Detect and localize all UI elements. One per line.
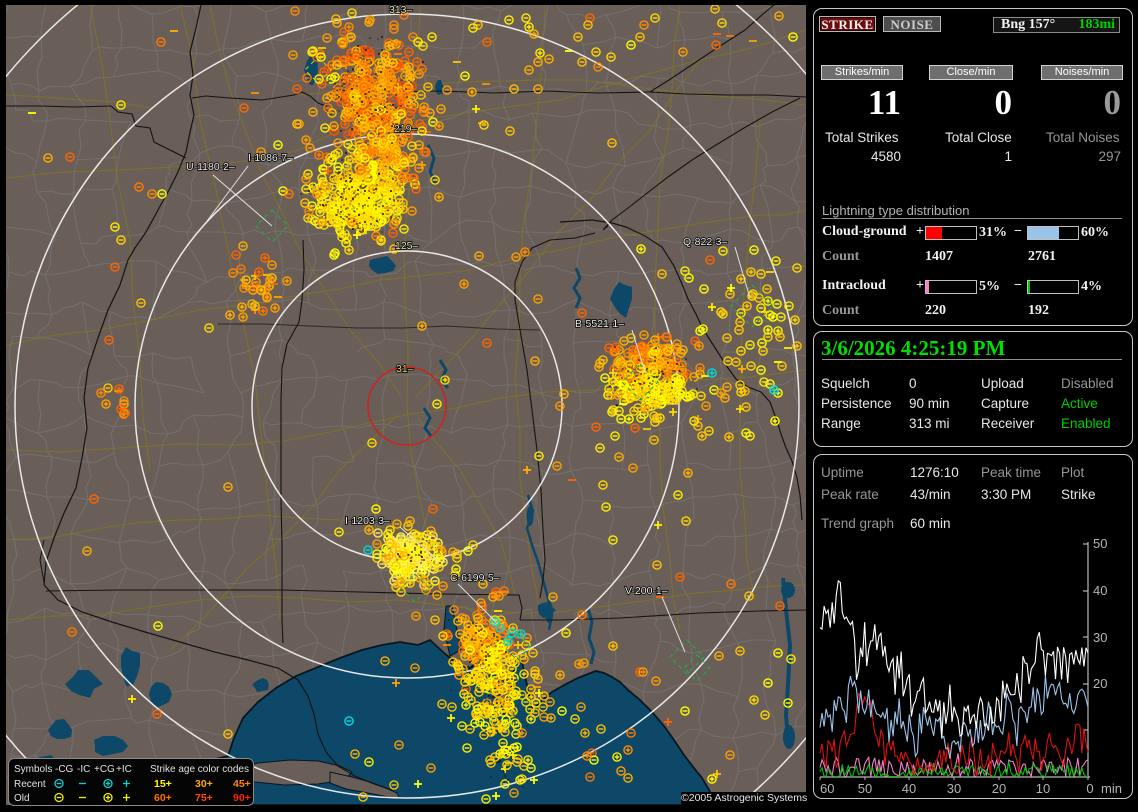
svg-text:min: min	[1101, 781, 1122, 796]
svg-text:40: 40	[1093, 583, 1107, 598]
svg-text:0: 0	[1086, 781, 1093, 796]
svg-text:20: 20	[992, 781, 1006, 796]
svg-text:40: 40	[902, 781, 916, 796]
svg-text:10: 10	[1036, 781, 1050, 796]
svg-text:50: 50	[1093, 536, 1107, 551]
svg-text:30: 30	[1093, 630, 1107, 645]
svg-text:30: 30	[947, 781, 961, 796]
svg-text:20: 20	[1093, 676, 1107, 691]
svg-text:60: 60	[820, 781, 834, 796]
svg-text:50: 50	[858, 781, 872, 796]
